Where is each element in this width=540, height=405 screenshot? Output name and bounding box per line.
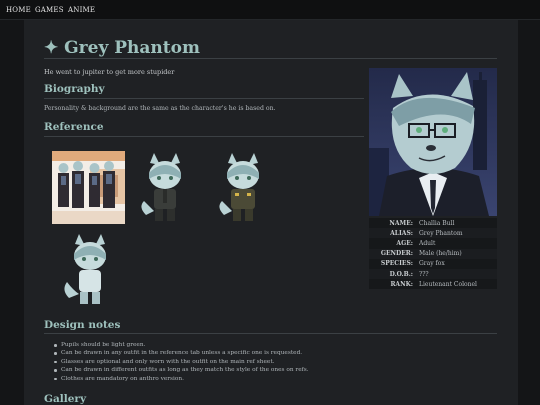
design-notes-list: Pupils should be light green. Can be dra… xyxy=(54,341,309,383)
reference-sheet-thumbnail[interactable] xyxy=(52,151,125,224)
info-key: AGE: xyxy=(396,239,413,247)
info-row-rank: RANK: Lieutenant Colonel xyxy=(369,279,497,290)
list-item: Can be drawn in any outfit in the refere… xyxy=(54,349,309,357)
info-value: Gray fox xyxy=(419,260,445,268)
info-value: Male (he/him) xyxy=(419,250,462,258)
character-infobox: NAME: Challia Bull ALIAS: Grey Phantom A… xyxy=(369,218,497,290)
info-row-species: SPECIES: Gray fox xyxy=(369,258,497,269)
info-row-alias: ALIAS: Grey Phantom xyxy=(369,228,497,239)
reference-divider xyxy=(44,136,364,137)
reference-heading: Reference xyxy=(44,121,104,133)
character-portrait[interactable] xyxy=(369,68,497,216)
gallery-heading: Gallery xyxy=(44,393,87,405)
info-value: Adult xyxy=(419,239,436,247)
info-value: ??? xyxy=(419,270,429,278)
info-key: SPECIES: xyxy=(380,260,413,268)
title-divider xyxy=(44,58,497,59)
design-notes-heading: Design notes xyxy=(44,319,121,331)
info-key: ALIAS: xyxy=(390,229,413,237)
info-value: Lieutenant Colonel xyxy=(419,280,477,288)
info-row-age: AGE: Adult xyxy=(369,238,497,249)
list-item: Pupils should be light green. xyxy=(54,341,309,349)
info-row-dob: D.O.B.: ??? xyxy=(369,268,497,280)
design-notes-divider xyxy=(44,333,497,334)
info-row-gender: GENDER: Male (he/him) xyxy=(369,248,497,259)
nav-anime-link[interactable]: ANIME xyxy=(68,6,95,14)
nav-home-link[interactable]: HOME xyxy=(6,6,31,14)
info-value: Challia Bull xyxy=(419,219,455,227)
biography-heading: Biography xyxy=(44,83,105,95)
info-key: GENDER: xyxy=(380,250,413,258)
info-row-name: NAME: Challia Bull xyxy=(369,218,497,229)
info-key: D.O.B.: xyxy=(389,270,413,278)
info-value: Grey Phantom xyxy=(419,229,463,237)
page-tagline: He went to jupiter to get more stupider xyxy=(44,68,175,76)
top-nav: HOME GAMES ANIME xyxy=(0,0,540,20)
reference-chibi-casual[interactable] xyxy=(61,232,119,310)
list-item: Clothes are mandatory on anthro version. xyxy=(54,375,309,383)
list-item: Glasses are optional and only worn with … xyxy=(54,358,309,366)
info-key: RANK: xyxy=(390,280,413,288)
info-key: NAME: xyxy=(389,219,413,227)
content-page: ✦ Grey Phantom He went to jupiter to get… xyxy=(24,20,518,405)
biography-text: Personality & background are the same as… xyxy=(44,105,276,112)
reference-chibi-uniform[interactable] xyxy=(214,151,272,227)
page-title: ✦ Grey Phantom xyxy=(44,38,200,58)
reference-chibi-suit[interactable] xyxy=(136,151,194,227)
nav-games-link[interactable]: GAMES xyxy=(35,6,64,14)
biography-divider xyxy=(44,98,364,99)
list-item: Can be drawn in different outfits as lon… xyxy=(54,366,309,374)
